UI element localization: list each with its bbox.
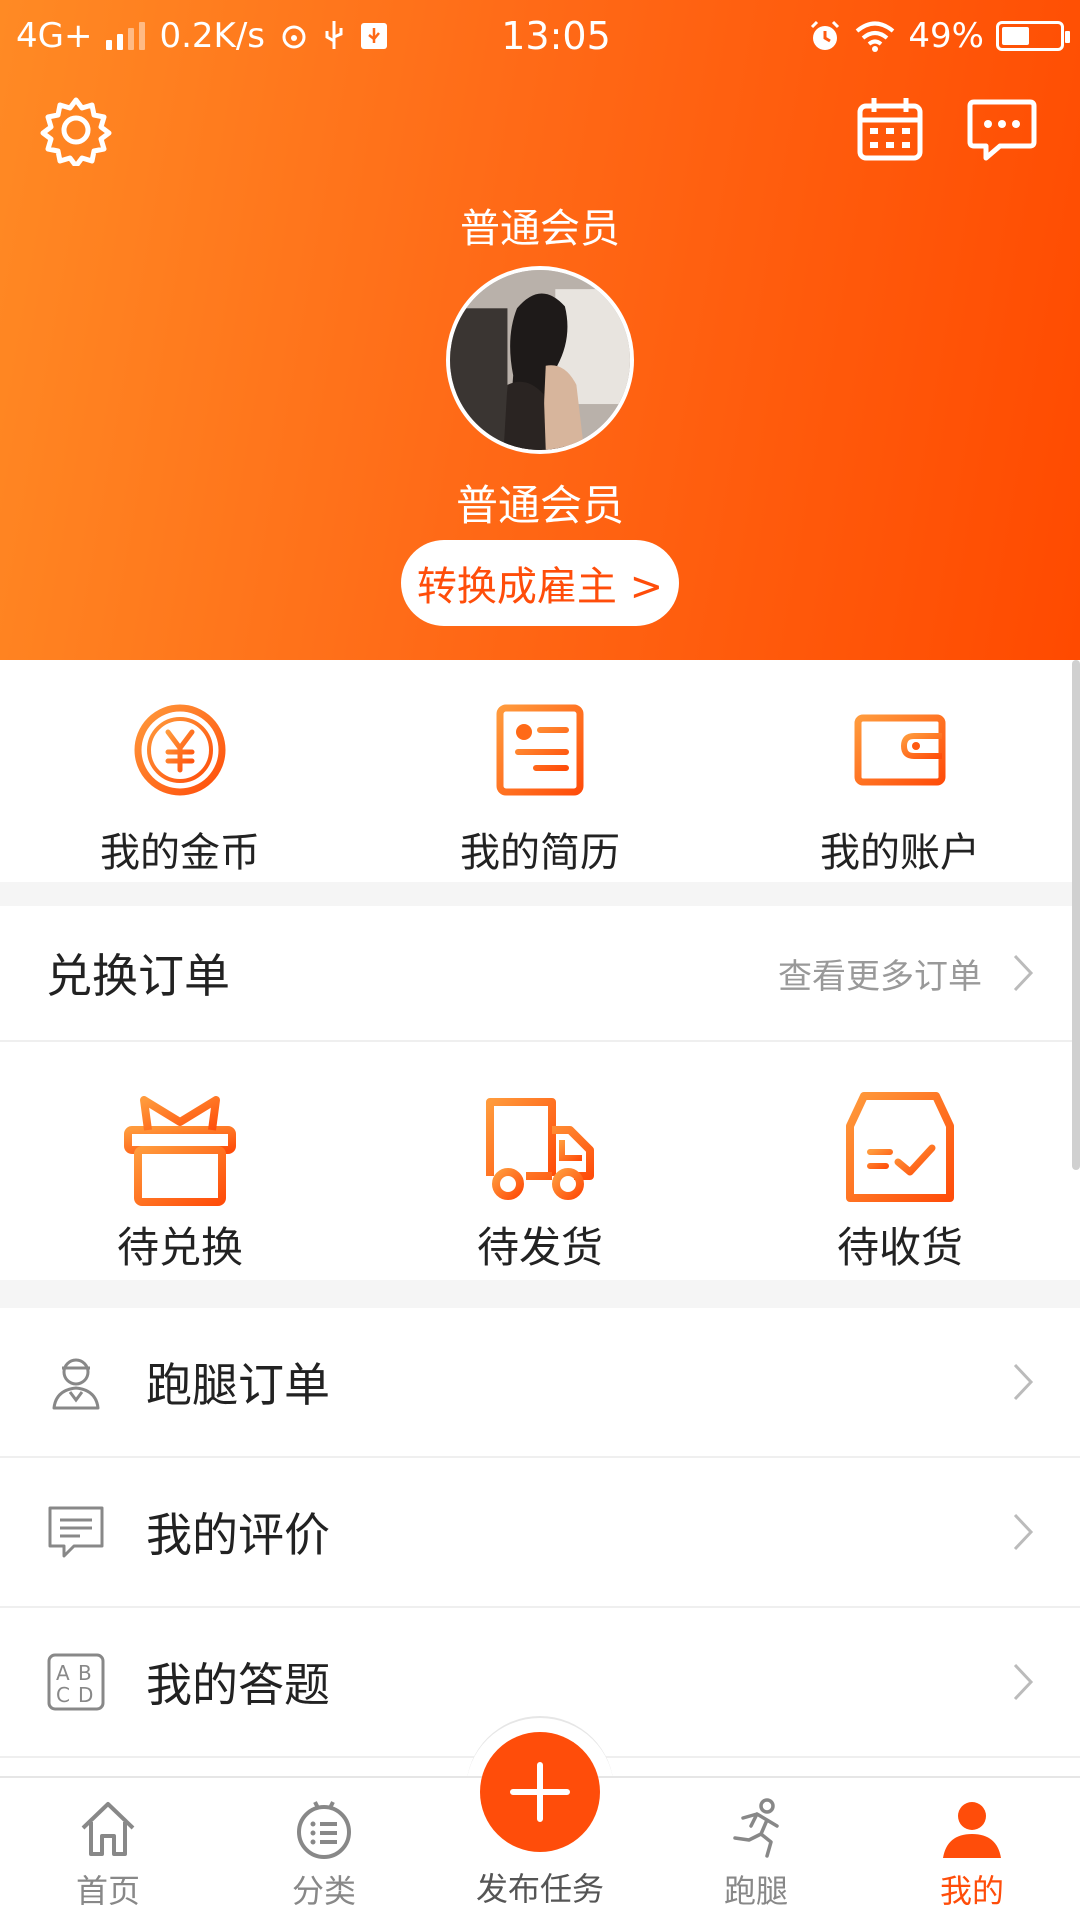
publish-task-button[interactable]	[480, 1732, 600, 1852]
category-icon	[297, 1801, 351, 1859]
tab-label: 跑腿	[723, 1872, 788, 1910]
tab-category[interactable]: 分类	[216, 1778, 432, 1920]
quick-action-coins[interactable]: 我的金币	[0, 660, 360, 882]
member-level-label: 普通会员	[460, 206, 620, 252]
view-more-orders-link[interactable]: 查看更多订单	[778, 949, 982, 998]
network-type: 4G+	[16, 16, 93, 56]
network-speed: 0.2K/s	[159, 16, 266, 56]
switch-to-employer-button[interactable]: 转换成雇主 >	[401, 540, 679, 626]
exchange-orders-title: 兑换订单	[46, 949, 230, 1003]
avatar[interactable]	[446, 266, 634, 454]
svg-text:B: B	[78, 1661, 92, 1685]
signal-icon	[106, 22, 146, 50]
tab-errand[interactable]: 跑腿	[648, 1778, 864, 1920]
calendar-icon[interactable]	[854, 94, 926, 166]
order-status-pending-receive[interactable]: 待收货	[720, 1042, 1080, 1280]
alarm-icon	[811, 20, 840, 50]
menu-item-label: 跑腿订单	[146, 1358, 330, 1412]
exchange-orders-header[interactable]: 兑换订单 查看更多订单	[0, 906, 1080, 1042]
menu-item-label: 我的评价	[146, 1508, 330, 1562]
coin-icon	[134, 704, 226, 796]
quick-actions: 我的金币 我的简历 我的账户	[0, 660, 1080, 882]
user-icon	[943, 1802, 1001, 1858]
resume-icon	[496, 704, 584, 796]
member-name: 普通会员	[455, 481, 624, 530]
courier-icon	[52, 1358, 100, 1410]
svg-text:C: C	[56, 1683, 70, 1707]
truck-icon	[486, 1098, 594, 1200]
settings-icon[interactable]	[40, 94, 112, 166]
quick-action-label: 我的简历	[460, 830, 620, 876]
menu-item-label: 我的答题	[146, 1658, 330, 1712]
tab-label: 我的	[939, 1872, 1004, 1910]
quick-action-resume[interactable]: 我的简历	[360, 660, 720, 882]
weibo-icon	[282, 25, 306, 49]
profile-header: 4G+ 0.2K/s 13:05 49% 普通会员 普通会员 转换成雇主 >	[0, 0, 1080, 660]
home-icon	[81, 1802, 135, 1856]
tab-home[interactable]: 首页	[0, 1778, 216, 1920]
svg-text:A: A	[56, 1661, 70, 1685]
box-check-icon	[846, 1092, 954, 1202]
menu-item-my-reviews[interactable]: 我的评价	[0, 1458, 1080, 1608]
order-status-pending-ship[interactable]: 待发货	[360, 1042, 720, 1280]
tab-label: 首页	[75, 1872, 140, 1910]
order-status-label: 待发货	[476, 1223, 603, 1272]
quick-action-account[interactable]: 我的账户	[720, 660, 1080, 882]
wallet-icon	[854, 714, 946, 786]
clock: 13:05	[501, 14, 611, 58]
comment-icon	[48, 1506, 104, 1558]
chevron-right-icon	[1013, 1513, 1034, 1551]
usb-debug-icon	[361, 23, 388, 49]
battery-fill	[1002, 27, 1029, 45]
svg-text:D: D	[78, 1683, 93, 1707]
tab-label: 发布任务	[475, 1870, 604, 1908]
wifi-icon	[856, 21, 895, 52]
battery-percent: 49%	[908, 16, 984, 56]
section-divider	[0, 1280, 1080, 1308]
message-icon[interactable]	[966, 94, 1038, 166]
tab-label: 分类	[291, 1872, 356, 1910]
chevron-right-icon	[1013, 954, 1034, 992]
chevron-right-icon	[1013, 1363, 1034, 1401]
tab-mine[interactable]: 我的	[864, 1778, 1080, 1920]
battery-icon	[996, 21, 1070, 51]
abcd-icon: A B C D	[47, 1653, 105, 1711]
quick-action-label: 我的账户	[820, 830, 980, 876]
order-status-pending-exchange[interactable]: 待兑换	[0, 1042, 360, 1280]
runner-icon	[733, 1798, 779, 1858]
exchange-order-statuses: 待兑换 待发货 待收货	[0, 1042, 1080, 1280]
scrollbar[interactable]	[1072, 660, 1080, 1170]
status-bar: 4G+ 0.2K/s 13:05 49%	[0, 0, 1080, 72]
chevron-right-icon	[1013, 1663, 1034, 1701]
usb-icon	[325, 21, 343, 49]
gift-icon	[124, 1096, 236, 1206]
profile-menu: 跑腿订单 我的评价 A B C D 我的答题	[0, 1308, 1080, 1758]
section-divider	[0, 882, 1080, 906]
plus-icon	[510, 1762, 570, 1822]
quick-action-label: 我的金币	[100, 830, 260, 876]
menu-item-errand-orders[interactable]: 跑腿订单	[0, 1308, 1080, 1458]
order-status-label: 待收货	[836, 1223, 963, 1272]
order-status-label: 待兑换	[116, 1223, 243, 1272]
